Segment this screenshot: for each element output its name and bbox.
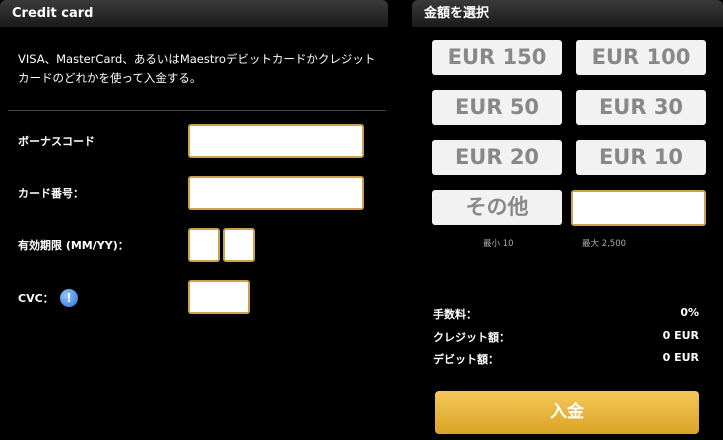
bonus-code-label: ボーナスコード bbox=[18, 135, 95, 148]
credit-card-header: Credit card bbox=[0, 0, 388, 27]
bonus-code-input[interactable] bbox=[188, 124, 364, 158]
credit-amount-label: クレジット額： bbox=[433, 331, 510, 344]
expiry-year-input[interactable] bbox=[223, 228, 255, 262]
custom-amount-input[interactable] bbox=[571, 190, 706, 226]
debit-amount-label: デビット額： bbox=[433, 353, 499, 366]
credit-amount-value: 0 EUR bbox=[662, 329, 699, 342]
amount-button-10[interactable]: EUR 10 bbox=[576, 140, 706, 175]
credit-card-panel: Credit card VISA、MasterCard、あるいはMaestroデ… bbox=[0, 0, 388, 440]
credit-card-description: VISA、MasterCard、あるいはMaestroデビットカードかクレジット… bbox=[18, 52, 376, 85]
divider bbox=[8, 110, 386, 111]
min-amount-hint: 最小 10 bbox=[483, 239, 514, 249]
expiry-label: 有効期限 (MM/YY)： bbox=[18, 239, 129, 252]
amount-button-30[interactable]: EUR 30 bbox=[576, 90, 706, 125]
info-icon[interactable]: ! bbox=[60, 289, 78, 307]
deposit-button[interactable]: 入金 bbox=[435, 391, 699, 434]
amount-button-150[interactable]: EUR 150 bbox=[432, 40, 562, 75]
card-number-label: カード番号： bbox=[18, 187, 84, 200]
amount-button-50[interactable]: EUR 50 bbox=[432, 90, 562, 125]
card-number-input[interactable] bbox=[188, 176, 364, 210]
expiry-month-input[interactable] bbox=[188, 228, 220, 262]
debit-amount-value: 0 EUR bbox=[662, 351, 699, 364]
fee-value: 0% bbox=[680, 306, 699, 319]
amount-panel: 金額を選択 EUR 150 EUR 100 EUR 50 EUR 30 EUR … bbox=[412, 0, 723, 440]
cvc-input[interactable] bbox=[188, 280, 250, 314]
amount-button-20[interactable]: EUR 20 bbox=[432, 140, 562, 175]
amount-header: 金額を選択 bbox=[412, 0, 723, 27]
amount-button-100[interactable]: EUR 100 bbox=[576, 40, 706, 75]
fee-label: 手数料： bbox=[433, 308, 477, 321]
max-amount-hint: 最大 2,500 bbox=[582, 239, 627, 249]
amount-button-other[interactable]: その他 bbox=[432, 190, 562, 225]
cvc-label: CVC： bbox=[18, 292, 54, 305]
